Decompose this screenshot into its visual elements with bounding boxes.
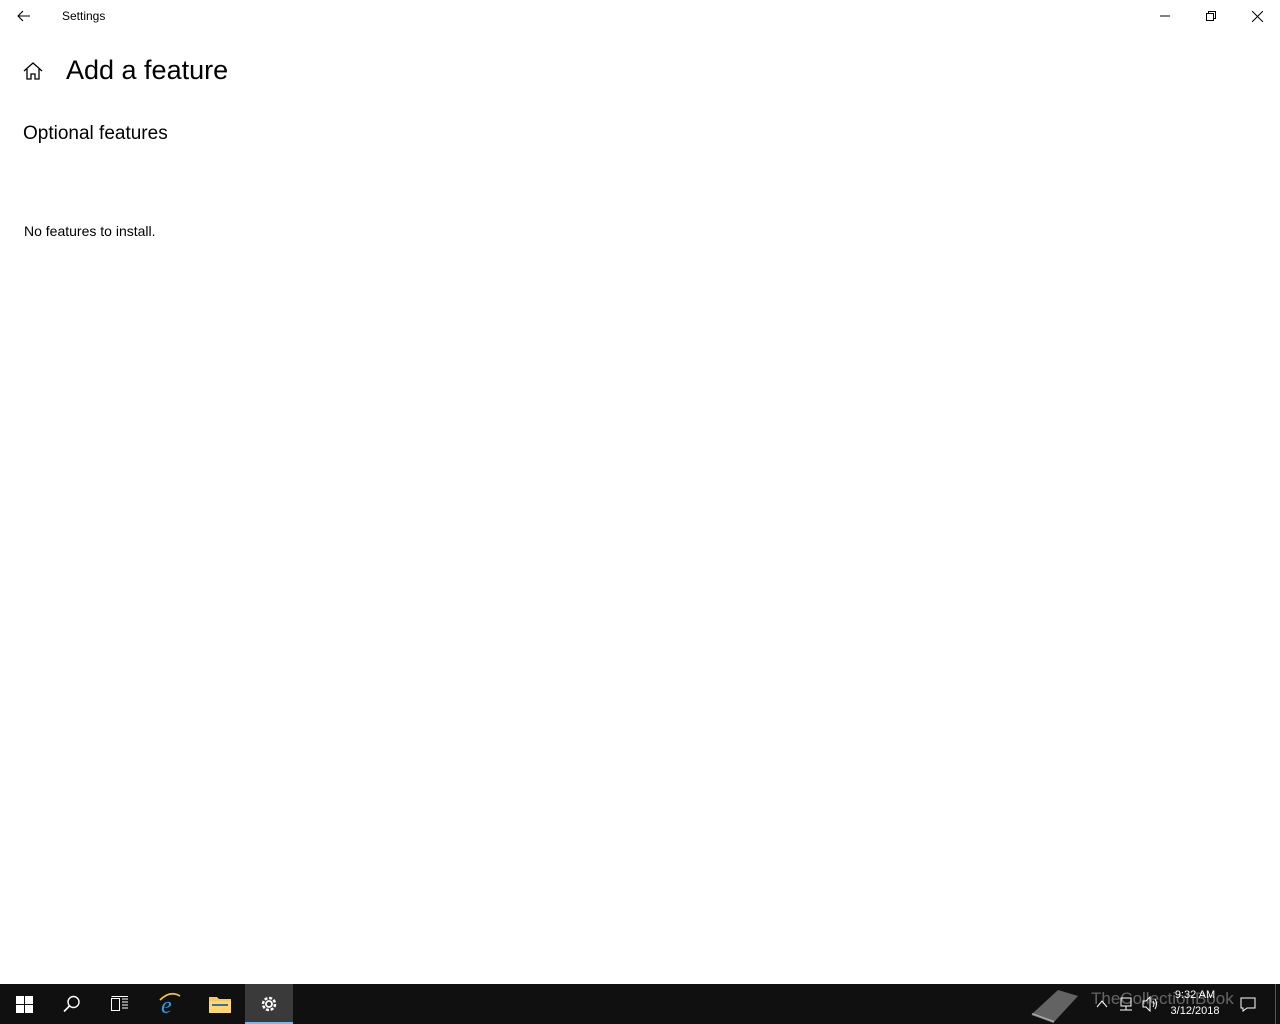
minimize-button[interactable] (1142, 0, 1188, 32)
home-button[interactable] (22, 60, 46, 84)
close-button[interactable] (1234, 0, 1280, 32)
search-button[interactable] (48, 984, 96, 1024)
watermark: TheCollectionBook (1028, 984, 1268, 1024)
svg-text:e: e (161, 993, 172, 1016)
title-bar: Settings (0, 0, 1280, 32)
settings-window: Settings Add a feature Optional features… (0, 0, 1280, 984)
windows-logo-icon (15, 995, 33, 1013)
task-view-icon (111, 996, 128, 1011)
settings-taskbar-button[interactable] (245, 984, 293, 1024)
empty-message: No features to install. (24, 223, 156, 239)
gear-icon (261, 996, 277, 1012)
file-explorer-button[interactable] (196, 984, 244, 1024)
restore-button[interactable] (1188, 0, 1234, 32)
section-title: Optional features (23, 123, 168, 144)
internet-explorer-button[interactable]: e (146, 984, 194, 1024)
home-icon (23, 62, 43, 80)
search-icon (63, 995, 80, 1013)
close-icon (1251, 10, 1263, 22)
back-arrow-icon (17, 10, 30, 22)
task-view-button[interactable] (96, 984, 144, 1024)
watermark-text: TheCollectionBook (1091, 989, 1234, 1008)
start-button[interactable] (0, 984, 48, 1024)
window-title: Settings (62, 9, 106, 23)
internet-explorer-icon: e (159, 992, 181, 1016)
restore-icon (1206, 11, 1216, 21)
book-icon (1031, 990, 1078, 1023)
folder-icon (209, 997, 231, 1013)
back-button[interactable] (0, 0, 48, 32)
minimize-icon (1160, 15, 1170, 17)
show-desktop-button[interactable] (1275, 984, 1280, 1024)
page-title: Add a feature (66, 55, 229, 85)
